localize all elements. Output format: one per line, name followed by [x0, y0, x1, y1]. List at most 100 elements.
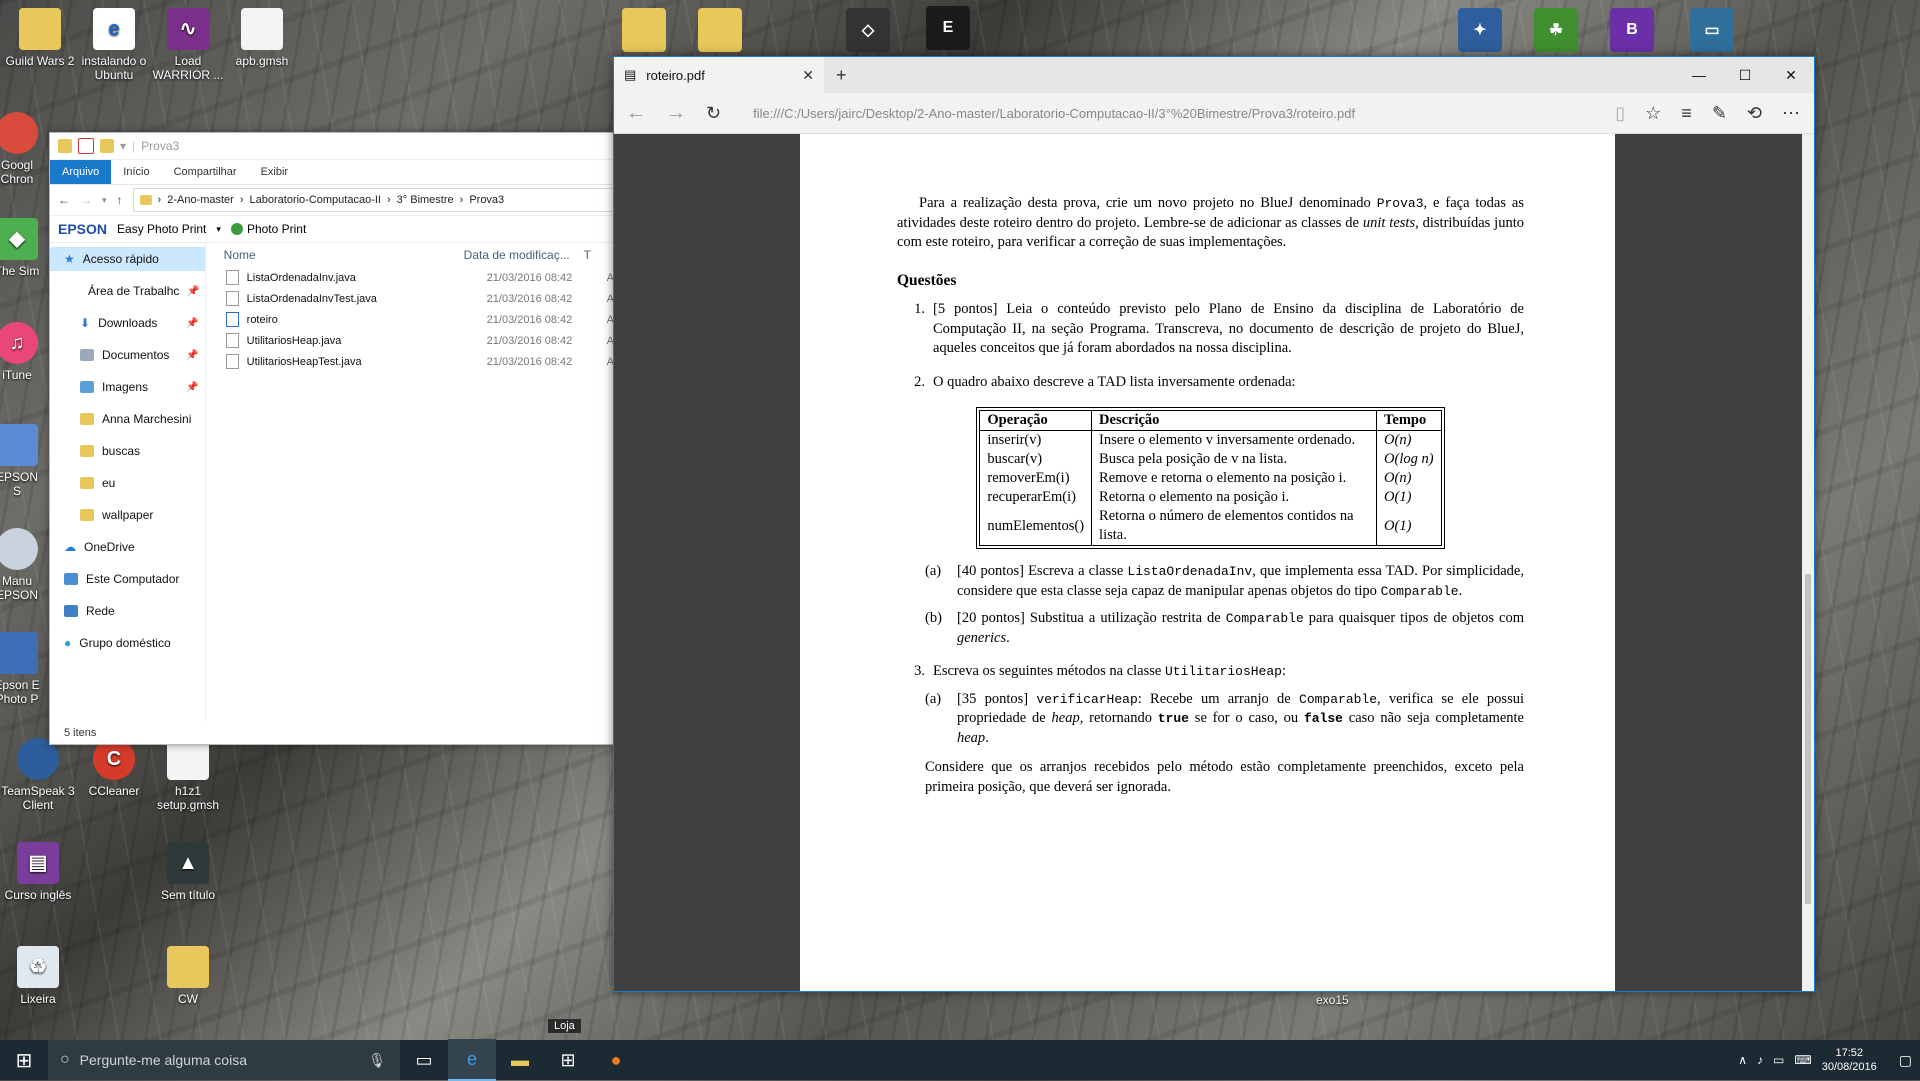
breadcrumb-item[interactable]: Laboratorio-Computacao-II	[250, 194, 381, 206]
maximize-icon[interactable]: ☐	[1722, 57, 1768, 93]
pin-icon[interactable]: 📌	[186, 350, 198, 361]
bluej-icon[interactable]: ✦	[1458, 8, 1502, 52]
reading-view-icon[interactable]: ▯	[1615, 103, 1625, 124]
desktop-icon-the-sims[interactable]: ◆ The Sim	[0, 218, 42, 278]
back-arrow-icon[interactable]: ←	[626, 102, 646, 125]
breadcrumb-item[interactable]: 2-Ano-master	[167, 194, 234, 206]
desktop-icon-h1z1[interactable]: h1z1 setup.gmsh	[148, 738, 228, 812]
browser-tab[interactable]: ▤ roteiro.pdf ✕	[614, 57, 824, 93]
desktop-icon-sem-titulo[interactable]: ▲ Sem título	[148, 842, 228, 902]
forward-arrow-icon[interactable]: →	[666, 102, 686, 125]
nav-item-rede[interactable]: Rede	[50, 599, 205, 623]
nav-item-anna-marchesini[interactable]: Anna Marchesini	[50, 407, 205, 431]
back-arrow-icon[interactable]: ←	[58, 193, 70, 207]
nav-item-onedrive[interactable]: ☁ OneDrive	[50, 535, 205, 559]
file-row[interactable]: roteiro 21/03/2016 08:42 A	[206, 309, 614, 330]
folder-icon[interactable]	[698, 8, 742, 52]
task-view-icon[interactable]: ▭	[400, 1040, 448, 1080]
address-bar[interactable]: file:///C:/Users/jairc/Desktop/2-Ano-mas…	[753, 106, 1595, 121]
nav-item-acesso-rapido[interactable]: ★ Acesso rápido	[50, 247, 205, 271]
vertical-scrollbar[interactable]	[1802, 134, 1814, 991]
properties-icon[interactable]	[78, 138, 94, 154]
epic-games-icon[interactable]: E	[926, 6, 970, 50]
notifications-icon[interactable]: ▢	[1899, 1052, 1912, 1069]
folder-icon[interactable]	[622, 8, 666, 52]
file-row[interactable]: UtilitariosHeapTest.java 21/03/2016 08:4…	[206, 351, 614, 372]
column-header-type[interactable]: T	[584, 248, 591, 262]
share-icon[interactable]: ⟲	[1747, 103, 1762, 124]
file-row[interactable]: ListaOrdenadaInv.java 21/03/2016 08:42 A	[206, 267, 614, 288]
chevron-up-icon[interactable]: ∧	[1738, 1053, 1747, 1067]
desktop-icon-ccleaner[interactable]: C CCleaner	[74, 738, 154, 798]
column-header-date[interactable]: Data de modificaç...	[464, 248, 584, 262]
language-icon[interactable]: ⌨	[1794, 1053, 1811, 1067]
chevron-down-icon[interactable]: ▾	[120, 139, 126, 153]
nav-item-eu[interactable]: eu	[50, 471, 205, 495]
desktop-icon-chrome[interactable]: Googl Chron	[0, 112, 42, 186]
desktop-icon-teamspeak[interactable]: TeamSpeak 3 Client	[0, 738, 78, 812]
edge-taskbar-icon[interactable]: e	[448, 1039, 496, 1081]
windows-start-icon[interactable]: ⊞	[0, 1040, 48, 1080]
nav-item-grupo-domestico[interactable]: ● Grupo doméstico	[50, 631, 205, 655]
nav-item-buscas[interactable]: buscas	[50, 439, 205, 463]
forward-arrow-icon[interactable]: →	[80, 193, 92, 207]
close-icon[interactable]: ✕	[1768, 57, 1814, 93]
volume-icon[interactable]: ♪	[1757, 1053, 1763, 1067]
desktop-icon-load-warrior[interactable]: ∿ Load WARRIOR ...	[148, 8, 228, 82]
column-header-name[interactable]: Nome	[206, 248, 464, 262]
nav-item-wallpaper[interactable]: wallpaper	[50, 503, 205, 527]
breadcrumb[interactable]: › 2-Ano-master › Laboratorio-Computacao-…	[132, 188, 614, 212]
desktop-icon-instalando-ubuntu[interactable]: e instalando o Ubuntu	[74, 8, 154, 82]
file-row[interactable]: ListaOrdenadaInvTest.java 21/03/2016 08:…	[206, 288, 614, 309]
desktop-icon-itunes[interactable]: ♫ iTune	[0, 322, 42, 382]
clock[interactable]: 17:52 30/08/2016	[1822, 1046, 1877, 1074]
close-tab-icon[interactable]: ✕	[802, 67, 814, 84]
breadcrumb-item[interactable]: Prova3	[469, 194, 504, 206]
new-tab-button[interactable]: +	[836, 65, 847, 86]
nav-item-documentos[interactable]: Documentos 📌	[50, 343, 205, 367]
nav-item-area-de-trabalho[interactable]: Área de Trabalhc 📌	[50, 279, 205, 303]
folder-icon[interactable]	[58, 139, 72, 153]
tab-arquivo[interactable]: Arquivo	[50, 160, 112, 184]
file-explorer-taskbar-icon[interactable]: ▬	[496, 1040, 544, 1080]
minimize-icon[interactable]: —	[1676, 57, 1722, 93]
desktop-icon-epson-photo[interactable]: Epson E Photo P	[0, 632, 42, 706]
scrollbar-thumb[interactable]	[1805, 574, 1811, 904]
pin-icon[interactable]: 📌	[186, 382, 198, 393]
tab-exibir[interactable]: Exibir	[249, 160, 301, 184]
desktop-icon-epson-s[interactable]: EPSON S	[0, 424, 42, 498]
desktop-icon-guild-wars[interactable]: Guild Wars 2	[0, 8, 80, 68]
tab-compartilhar[interactable]: Compartilhar	[162, 160, 249, 184]
firefox-taskbar-icon[interactable]: ●	[592, 1040, 640, 1080]
network-icon[interactable]: ▭	[1773, 1053, 1784, 1067]
up-arrow-icon[interactable]: ↑	[117, 193, 123, 207]
web-note-icon[interactable]: ✎	[1712, 103, 1727, 124]
greenfoot-icon[interactable]: ☘	[1534, 8, 1578, 52]
desktop-icon-cw[interactable]: CW	[148, 946, 228, 1006]
store-taskbar-icon[interactable]: ⊞	[544, 1040, 592, 1080]
desktop-icon-lixeira[interactable]: ♻ Lixeira	[0, 946, 78, 1006]
file-row[interactable]: UtilitariosHeap.java 21/03/2016 08:42 A	[206, 330, 614, 351]
pin-icon[interactable]: 📌	[187, 286, 199, 297]
tab-inicio[interactable]: Início	[111, 160, 161, 184]
nav-item-imagens[interactable]: Imagens 📌	[50, 375, 205, 399]
photo-print-button[interactable]: Photo Print	[247, 222, 306, 236]
recent-chevron-icon[interactable]: ▾	[102, 195, 107, 206]
favorite-star-icon[interactable]: ☆	[1645, 103, 1661, 124]
nav-item-este-computador[interactable]: Este Computador	[50, 567, 205, 591]
easy-photo-print-button[interactable]: Easy Photo Print	[117, 222, 206, 236]
desktop-icon-apb-gmsh[interactable]: apb.gmsh	[222, 8, 302, 68]
pin-icon[interactable]: 📌	[186, 318, 198, 329]
refresh-icon[interactable]: ↻	[706, 103, 721, 124]
more-icon[interactable]: ⋯	[1782, 103, 1800, 124]
chevron-down-icon[interactable]: ▾	[216, 224, 221, 235]
desktop-icon-manual-epson[interactable]: Manu EPSON	[0, 528, 42, 602]
microphone-icon[interactable]: 🎙	[368, 1052, 386, 1069]
new-folder-icon[interactable]	[100, 139, 114, 153]
breadcrumb-item[interactable]: 3° Bimestre	[397, 194, 454, 206]
visual-studio-icon[interactable]: B	[1610, 8, 1654, 52]
hub-icon[interactable]: ≡	[1681, 103, 1692, 124]
unity-icon[interactable]: ◇	[846, 8, 890, 52]
cortana-search-box[interactable]: ○ Pergunte-me alguma coisa 🎙	[48, 1040, 400, 1080]
nav-item-downloads[interactable]: ⬇ Downloads 📌	[50, 311, 205, 335]
